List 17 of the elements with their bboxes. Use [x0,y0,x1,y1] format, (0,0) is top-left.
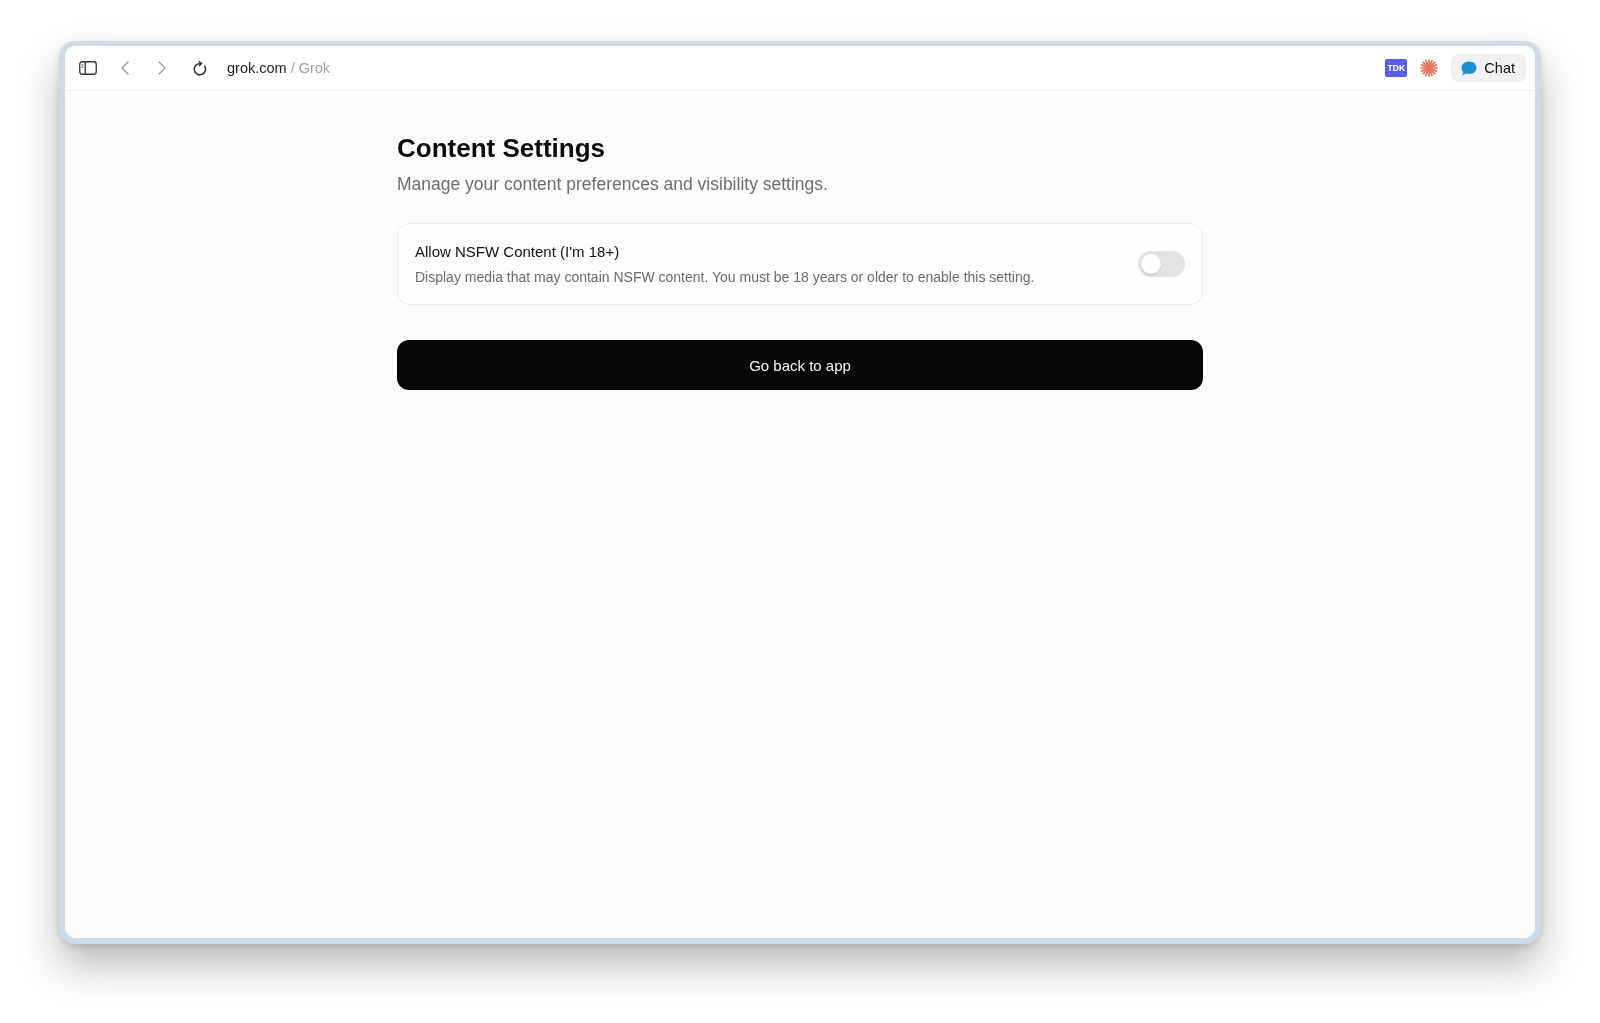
page-subtitle: Manage your content preferences and visibility settings. [397,173,829,196]
reload-icon[interactable] [193,60,207,76]
setting-label: Allow NSFW Content (I'm 18+) [415,242,620,262]
setting-description: Display media that may contain NSFW content. You must be 18 years or older to enable this setting. [415,268,1035,286]
forward-icon[interactable] [158,61,166,75]
extension-button[interactable]: TDK [1385,59,1408,77]
back-icon[interactable] [121,61,129,75]
chat-button[interactable]: Chat [1451,54,1526,82]
sidebar-toggle-icon[interactable] [79,61,97,75]
speech-bubble-icon [1461,60,1478,76]
back-to-app-button[interactable]: Go back to app [397,340,1203,390]
toggle-switch[interactable] [1138,251,1185,277]
page-title-heading: Content Settings [397,132,606,164]
page-title: Grok [298,60,331,76]
url-separator: / [290,60,295,76]
sparkle-icon[interactable] [1420,59,1439,77]
url-domain: grok.com [227,60,287,76]
